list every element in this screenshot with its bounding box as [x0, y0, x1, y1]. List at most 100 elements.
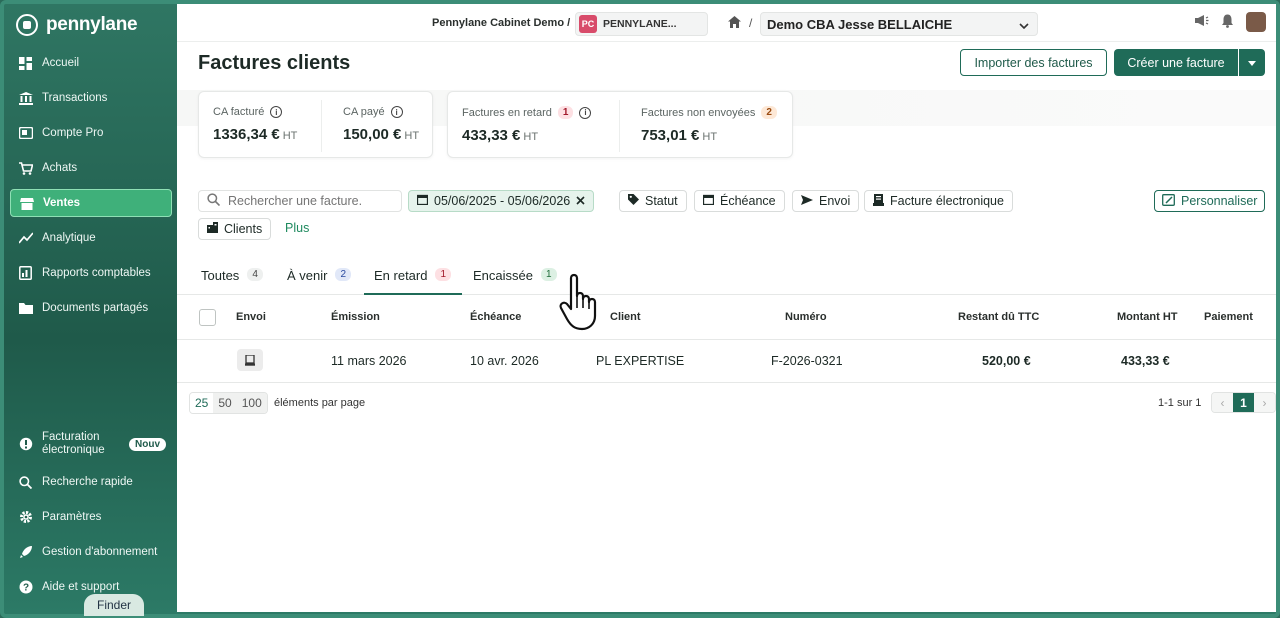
sidebar-item-abonnement[interactable]: Gestion d'abonnement: [10, 538, 172, 566]
home-icon[interactable]: [728, 16, 741, 31]
sidebar-item-facturation-electronique[interactable]: Facturation électronique Nouv: [10, 427, 172, 461]
column-header-emission[interactable]: Émission: [331, 311, 380, 323]
tab-a-venir[interactable]: À venir 2: [287, 268, 352, 295]
create-invoice-button[interactable]: Créer une facture: [1114, 49, 1238, 76]
page-size-25[interactable]: 25: [190, 393, 214, 413]
next-page-icon[interactable]: ›: [1254, 393, 1275, 412]
info-icon[interactable]: i: [390, 106, 403, 118]
tab-toutes[interactable]: Toutes 4: [201, 268, 263, 295]
new-badge: Nouv: [129, 437, 166, 451]
sidebar-item-label: Analytique: [42, 232, 96, 244]
help-icon: ?: [18, 580, 33, 595]
user-avatar[interactable]: [1246, 12, 1266, 32]
filter-clients[interactable]: Clients: [198, 218, 272, 240]
column-header-numero[interactable]: Numéro: [785, 311, 827, 323]
kpi-value: 150,00 €: [343, 126, 402, 143]
dashboard-icon: [18, 56, 33, 71]
pagination-nav: ‹ 1 ›: [1211, 392, 1276, 413]
sidebar-item-recherche-rapide[interactable]: Recherche rapide: [10, 468, 172, 496]
topbar-actions: [1194, 12, 1266, 32]
e-invoice-icon[interactable]: [237, 349, 263, 371]
date-range-filter[interactable]: 05/06/2025 - 05/06/2026: [408, 190, 595, 212]
finder-button[interactable]: Finder: [84, 594, 144, 616]
table-row[interactable]: 11 mars 2026 10 avr. 2026 PL EXPERTISE F…: [177, 340, 1276, 383]
kpi-unit: HT: [404, 130, 420, 142]
prev-page-icon[interactable]: ‹: [1212, 393, 1233, 412]
kpi-value: 1336,34 €: [213, 126, 280, 143]
organization-selector[interactable]: PC PENNYLANE...: [575, 12, 708, 36]
company-selector[interactable]: Demo CBA Jesse BELLAICHE: [760, 12, 1038, 36]
page-size-50[interactable]: 50: [213, 393, 237, 413]
search-input[interactable]: [228, 194, 388, 208]
column-header-paiement[interactable]: Paiement: [1204, 311, 1253, 323]
sidebar-item-transactions[interactable]: Transactions: [10, 84, 172, 112]
rocket-icon: [18, 545, 33, 560]
select-all-checkbox[interactable]: [199, 309, 216, 326]
info-icon[interactable]: i: [270, 106, 283, 118]
cell-echeance: 10 avr. 2026: [470, 354, 539, 368]
e-invoice-icon: [18, 437, 33, 452]
page-size-selector: 25 50 100: [189, 392, 268, 414]
bank-icon: [18, 91, 33, 106]
sidebar-item-documents[interactable]: Documents partagés: [10, 294, 172, 322]
folder-icon: [18, 301, 33, 316]
column-header-montant-ht[interactable]: Montant HT: [1117, 311, 1177, 323]
filter-facture-electronique[interactable]: Facture électronique: [864, 190, 1013, 212]
page-size-100[interactable]: 100: [236, 393, 267, 413]
kpi-label: CA facturé: [213, 106, 265, 118]
customize-button[interactable]: Personnaliser: [1154, 190, 1266, 212]
invoice-search[interactable]: [198, 190, 402, 212]
cell-montant-ht: 433,33 €: [1121, 354, 1170, 368]
breadcrumb-cabinet[interactable]: Pennylane Cabinet Demo /: [432, 17, 570, 29]
sidebar-item-analytique[interactable]: Analytique: [10, 224, 172, 252]
cell-restant-du: 520,00 €: [982, 354, 1031, 368]
sidebar-item-label: Facturation électronique: [42, 431, 105, 456]
bell-icon[interactable]: [1221, 14, 1234, 31]
sidebar-item-compte-pro[interactable]: Compte Pro: [10, 119, 172, 147]
kpi-label: Factures non envoyées: [641, 106, 756, 119]
column-header-echeance[interactable]: Échéance: [470, 311, 521, 323]
kpi-factures-non-envoyees[interactable]: Factures non envoyées 2 753,01 € HT: [627, 92, 792, 159]
info-icon[interactable]: i: [579, 106, 592, 119]
sidebar-item-achats[interactable]: Achats: [10, 154, 172, 182]
kpi-factures-en-retard[interactable]: Factures en retard 1 i 433,33 € HT: [448, 92, 618, 159]
pagination-range: 1-1 sur 1: [1158, 397, 1202, 409]
cell-numero: F-2026-0321: [771, 354, 843, 368]
sidebar-item-ventes[interactable]: Ventes: [10, 189, 172, 217]
divider: [619, 100, 620, 152]
filter-envoi[interactable]: Envoi: [792, 190, 860, 212]
kpi-card-invoices: Factures en retard 1 i 433,33 € HT Factures…: [447, 91, 793, 158]
cell-client: PL EXPERTISE: [596, 354, 685, 368]
main-content: Pennylane Cabinet Demo / PC PENNYLANE...…: [177, 4, 1276, 612]
tab-en-retard[interactable]: En retard 1: [364, 268, 462, 295]
create-invoice-menu-button[interactable]: [1239, 49, 1265, 76]
column-header-envoi[interactable]: Envoi: [236, 311, 266, 323]
page-1-button[interactable]: 1: [1233, 393, 1254, 412]
e-invoice-icon: [873, 193, 884, 209]
close-icon[interactable]: [576, 194, 585, 208]
more-filters-link[interactable]: Plus: [285, 221, 309, 235]
tab-encaissee[interactable]: Encaissée 1: [473, 268, 557, 295]
column-header-restant-du[interactable]: Restant dû TTC: [958, 311, 1039, 323]
divider: [321, 100, 322, 152]
sidebar-item-label: Accueil: [42, 57, 80, 69]
sidebar-item-rapports[interactable]: Rapports comptables: [10, 259, 172, 287]
column-header-client[interactable]: Client: [610, 311, 641, 323]
org-avatar: PC: [579, 15, 597, 33]
building-icon: [207, 222, 218, 236]
sidebar-item-label: Ventes: [43, 197, 81, 209]
brand-logo[interactable]: pennylane: [16, 14, 138, 36]
megaphone-icon[interactable]: [1194, 14, 1209, 30]
filter-echeance[interactable]: Échéance: [694, 190, 785, 212]
tab-count: 1: [435, 268, 452, 281]
import-invoices-button[interactable]: Importer des factures: [960, 49, 1107, 76]
sidebar-item-label: Documents partagés: [42, 302, 149, 314]
filter-label: Statut: [645, 194, 678, 208]
sidebar: pennylane Accueil Transactions Compte Pr…: [4, 4, 177, 616]
reports-icon: [18, 266, 33, 281]
sidebar-item-accueil[interactable]: Accueil: [10, 49, 172, 77]
filter-label: Clients: [224, 222, 263, 236]
sidebar-item-parametres[interactable]: Paramètres: [10, 503, 172, 531]
filter-statut[interactable]: Statut: [619, 190, 687, 212]
kpi-ca-facture: CA facturé i 1336,34 € HT: [199, 92, 319, 159]
